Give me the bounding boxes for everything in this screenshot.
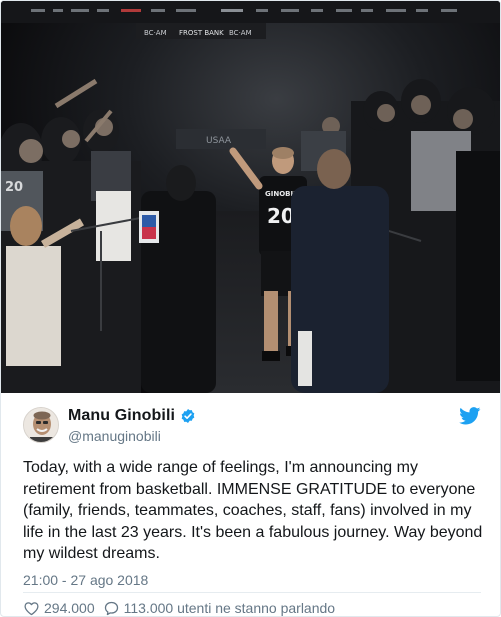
author-name[interactable]: Manu Ginobili — [68, 407, 175, 425]
like-button[interactable]: 294.000 — [23, 600, 95, 616]
tweet-header: Manu Ginobili @manuginobili — [1, 393, 500, 455]
tweet-text: Today, with a wide range of feelings, I'… — [23, 459, 483, 562]
likes-count: 294.000 — [44, 600, 95, 616]
avatar[interactable] — [23, 407, 59, 443]
twitter-bird-icon[interactable] — [459, 407, 481, 425]
fan-jersey-number: 20 — [5, 180, 23, 195]
scoreboard-left: BC·AM — [144, 29, 167, 37]
talking-link[interactable]: 113.000 utenti ne stanno parlando — [103, 600, 336, 616]
speech-bubble-icon — [104, 601, 118, 615]
tweet-card: BC·AM FROST BANK BC·AM USAA 20 GINOBILI … — [0, 0, 501, 617]
tweet-photo[interactable]: BC·AM FROST BANK BC·AM USAA 20 GINOBILI … — [1, 1, 500, 393]
scoreboard-center: FROST BANK — [179, 29, 224, 37]
heart-icon — [24, 601, 39, 615]
verified-badge-icon — [181, 409, 195, 423]
banner-text: USAA — [206, 136, 232, 146]
tweet-timestamp[interactable]: 21:00 - 27 ago 2018 — [23, 572, 148, 588]
author-handle[interactable]: @manuginobili — [68, 428, 161, 444]
talking-count: 113.000 utenti ne stanno parlando — [123, 600, 336, 616]
tweet-actions: 294.000 113.000 utenti ne stanno parland… — [23, 599, 336, 616]
jersey-number: 20 — [267, 204, 295, 228]
divider — [23, 592, 481, 593]
scoreboard-right: BC·AM — [229, 29, 252, 37]
